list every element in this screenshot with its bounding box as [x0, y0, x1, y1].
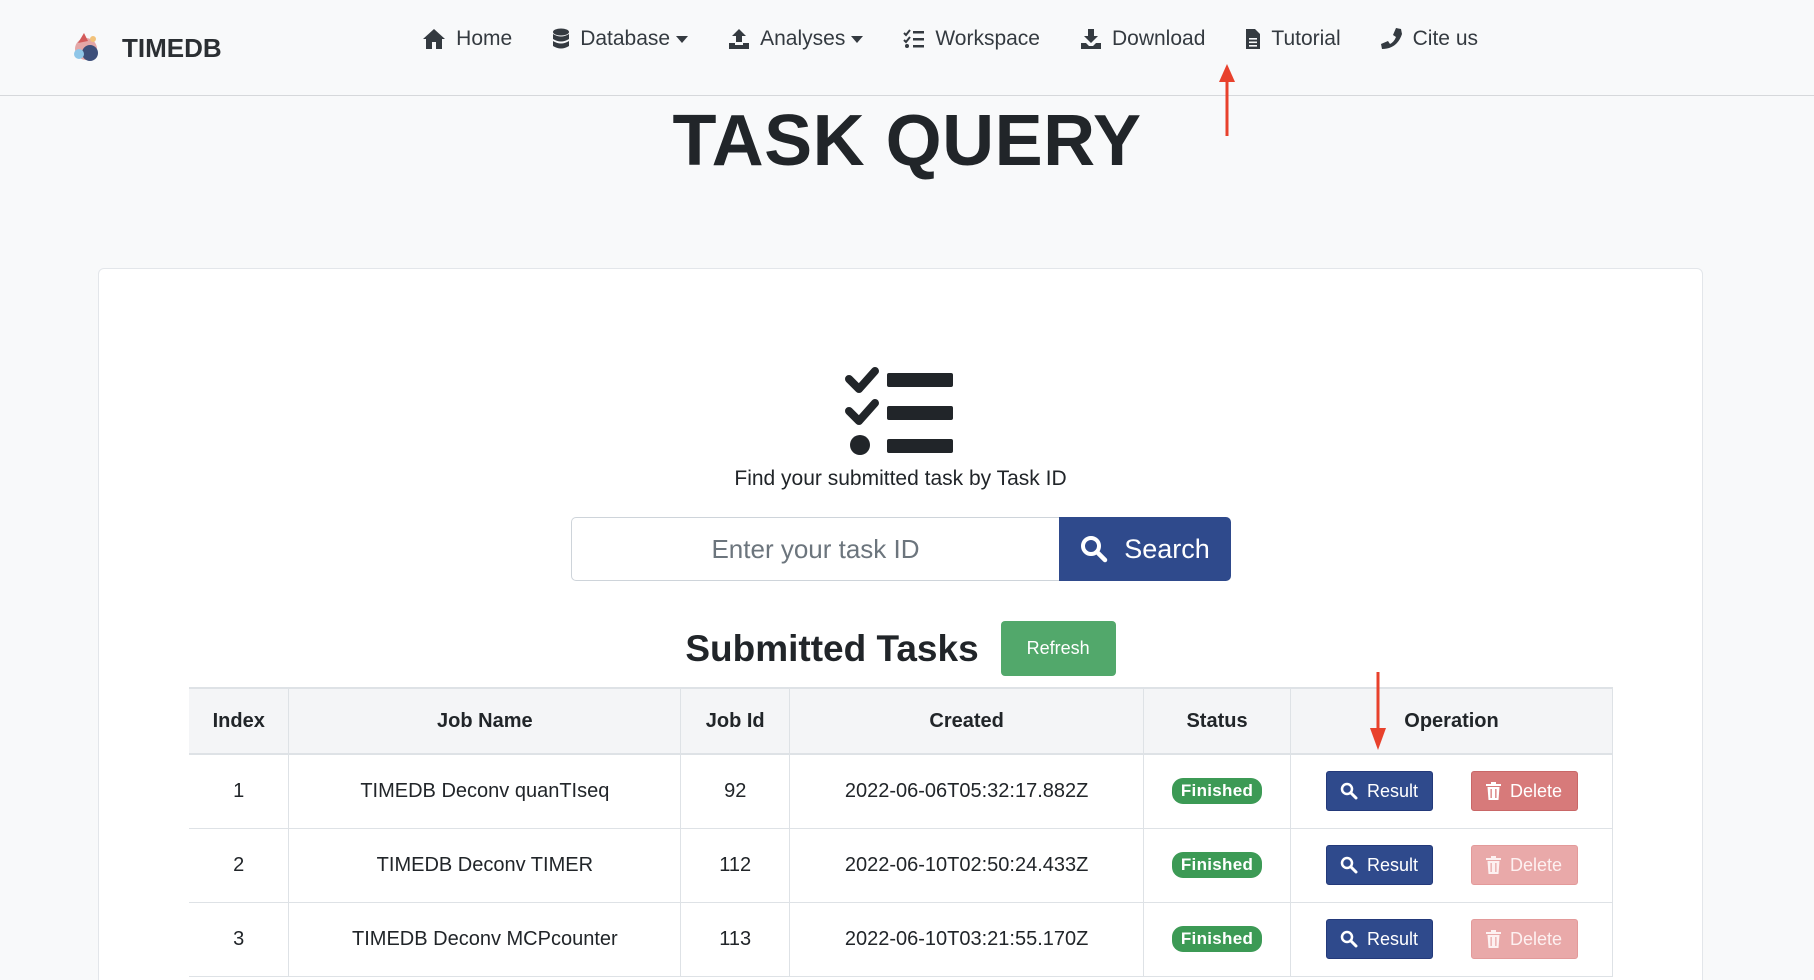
annotation-arrow-icon	[1370, 672, 1386, 750]
column-header-created: Created	[789, 687, 1145, 755]
result-button[interactable]: Result	[1325, 919, 1433, 959]
cell-index: 2	[189, 827, 290, 903]
cell-job-id: 92	[680, 753, 791, 829]
cell-created: 2022-06-06T05:32:17.882Z	[789, 753, 1145, 829]
task-query-card: Find your submitted task by Task ID Sear…	[98, 268, 1703, 980]
trash-icon	[1485, 856, 1501, 874]
main-nav: Home Database Analyses Workspace Downloa…	[422, 22, 1478, 56]
task-search-group: Search	[571, 517, 1231, 581]
cell-job-id: 112	[680, 827, 791, 903]
search-button-label: Search	[1124, 533, 1210, 564]
nav-cite-us-label: Cite us	[1412, 27, 1478, 50]
cell-job-name: TIMEDB Deconv TIMER	[288, 827, 682, 903]
find-task-instruction: Find your submitted task by Task ID	[734, 467, 1067, 490]
nav-database-label: Database	[580, 27, 671, 50]
search-icon	[1340, 930, 1358, 948]
file-icon	[1246, 29, 1261, 49]
brand-name: TIMEDB	[122, 32, 222, 63]
search-icon	[1340, 856, 1358, 874]
nav-workspace[interactable]: Workspace	[903, 27, 1040, 51]
delete-button-label: Delete	[1509, 928, 1563, 949]
cell-job-id: 113	[680, 901, 791, 977]
cell-created: 2022-06-10T02:50:24.433Z	[789, 827, 1145, 903]
download-icon	[1080, 29, 1101, 49]
cell-operation: Result Delete	[1290, 827, 1613, 903]
result-button[interactable]: Result	[1325, 845, 1433, 885]
cell-status: Finished	[1143, 901, 1291, 977]
tasks-icon	[903, 29, 925, 48]
result-button-label: Result	[1366, 780, 1419, 801]
delete-button-label: Delete	[1509, 854, 1563, 875]
nav-analyses-label: Analyses	[760, 27, 846, 50]
cell-operation: Result Delete	[1290, 901, 1613, 977]
nav-home-label: Home	[456, 27, 513, 50]
nav-database[interactable]: Database	[552, 27, 689, 51]
status-badge: Finished	[1171, 926, 1263, 952]
nav-tutorial-label: Tutorial	[1271, 27, 1341, 50]
column-header-index: Index	[189, 687, 290, 755]
cell-status: Finished	[1143, 753, 1291, 829]
cell-index: 3	[189, 901, 290, 977]
result-button-label: Result	[1366, 854, 1419, 875]
refresh-button[interactable]: Refresh	[1000, 621, 1116, 676]
cell-job-name: TIMEDB Deconv quanTIseq	[288, 753, 682, 829]
chevron-down-icon	[676, 35, 689, 43]
nav-tutorial[interactable]: Tutorial	[1245, 27, 1341, 51]
database-icon	[553, 28, 570, 49]
nav-cite-us[interactable]: Cite us	[1380, 27, 1478, 51]
column-header-operation: Operation	[1290, 687, 1613, 755]
column-header-job-id: Job Id	[680, 687, 791, 755]
submitted-tasks-title: Submitted Tasks	[685, 627, 979, 669]
delete-button[interactable]: Delete	[1470, 919, 1578, 959]
navbar: TIMEDB Home Database Analyses Workspace …	[0, 0, 1814, 96]
nav-download-label: Download	[1111, 27, 1206, 50]
status-badge: Finished	[1171, 852, 1263, 878]
nav-workspace-label: Workspace	[935, 27, 1040, 50]
result-button-label: Result	[1366, 928, 1419, 949]
column-header-status: Status	[1143, 687, 1291, 755]
result-button[interactable]: Result	[1325, 771, 1433, 812]
search-icon	[1340, 783, 1358, 800]
nav-download[interactable]: Download	[1080, 27, 1205, 51]
trash-icon	[1485, 782, 1501, 801]
upload-icon	[729, 29, 750, 49]
delete-button-label: Delete	[1509, 780, 1563, 801]
delete-button[interactable]: Delete	[1470, 845, 1578, 885]
cell-operation: Result Delete	[1290, 753, 1613, 829]
brand-logo-icon	[66, 25, 106, 72]
submitted-tasks-table: Index Job Name Job Id Created Status Ope…	[189, 687, 1613, 977]
search-button[interactable]: Search	[1059, 517, 1231, 581]
chevron-down-icon	[851, 35, 864, 43]
nav-home[interactable]: Home	[422, 27, 512, 51]
status-badge: Finished	[1171, 778, 1263, 805]
submitted-tasks-header: Submitted Tasks Refresh	[99, 621, 1702, 676]
cell-job-name: TIMEDB Deconv MCPcounter	[288, 901, 682, 977]
cell-index: 1	[189, 753, 290, 829]
cell-status: Finished	[1143, 827, 1291, 903]
phone-icon	[1380, 28, 1402, 49]
trash-icon	[1485, 930, 1501, 948]
table-row: 3 TIMEDB Deconv MCPcounter 113 2022-06-1…	[189, 901, 1613, 977]
delete-button[interactable]: Delete	[1470, 771, 1578, 812]
home-icon	[423, 29, 446, 49]
table-row: 2 TIMEDB Deconv TIMER 112 2022-06-10T02:…	[189, 827, 1613, 903]
brand-link[interactable]: TIMEDB	[66, 24, 222, 72]
search-icon	[1081, 536, 1108, 563]
column-header-job-name: Job Name	[288, 687, 682, 755]
nav-analyses[interactable]: Analyses	[728, 27, 864, 51]
page-title: TASK QUERY	[672, 101, 1142, 181]
tasks-icon	[845, 367, 957, 462]
table-header-row: Index Job Name Job Id Created Status Ope…	[189, 687, 1613, 755]
table-row: 1 TIMEDB Deconv quanTIseq 92 2022-06-06T…	[189, 753, 1613, 829]
cell-created: 2022-06-10T03:21:55.170Z	[789, 901, 1145, 977]
task-id-input[interactable]	[571, 517, 1059, 581]
